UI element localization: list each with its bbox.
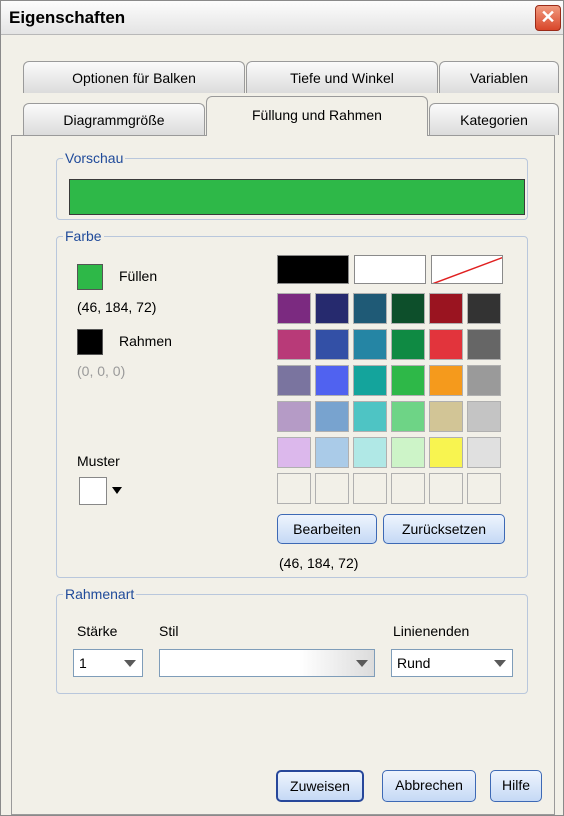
reset-button-label: Zurücksetzen (401, 521, 487, 537)
color-group: Farbe Füllen (46, 184, 72) Rahmen (0, 0,… (56, 228, 528, 578)
black-swatch[interactable] (277, 255, 349, 284)
pattern-label: Muster (77, 453, 120, 469)
tab-categories[interactable]: Kategorien (429, 103, 559, 135)
help-button[interactable]: Hilfe (490, 770, 542, 802)
close-icon[interactable]: ✕ (535, 5, 561, 31)
line-ends-label: Linienenden (393, 623, 470, 639)
palette-swatch[interactable] (315, 437, 349, 468)
border-style-legend: Rahmenart (63, 586, 137, 602)
palette-swatch[interactable] (353, 365, 387, 396)
apply-button-label: Zuweisen (290, 778, 350, 794)
chevron-down-icon (124, 660, 136, 667)
style-select[interactable] (159, 649, 375, 677)
palette-swatch[interactable] (429, 293, 463, 324)
edit-button[interactable]: Bearbeiten (277, 514, 377, 544)
tab-label: Füllung und Rahmen (252, 107, 382, 123)
palette-swatch[interactable] (315, 401, 349, 432)
palette-swatch[interactable] (467, 401, 501, 432)
palette-swatch[interactable] (391, 365, 425, 396)
palette-swatch[interactable] (391, 401, 425, 432)
weight-select[interactable]: 1 (73, 649, 143, 677)
apply-button[interactable]: Zuweisen (276, 770, 364, 802)
fill-label[interactable]: Füllen (119, 268, 157, 284)
palette-swatch[interactable] (315, 365, 349, 396)
palette-swatch[interactable] (429, 473, 463, 504)
tab-label: Variablen (469, 70, 529, 86)
palette-swatch[interactable] (277, 437, 311, 468)
palette-swatch[interactable] (391, 473, 425, 504)
no-color-icon (432, 256, 502, 283)
fill-rgb-value: (46, 184, 72) (77, 299, 157, 315)
tab-chart-size[interactable]: Diagrammgröße (23, 103, 205, 135)
tab-fill-border[interactable]: Füllung und Rahmen (206, 96, 428, 136)
white-swatch[interactable] (354, 255, 426, 284)
line-ends-select-value: Rund (397, 655, 431, 671)
palette-swatch[interactable] (429, 401, 463, 432)
palette-swatch[interactable] (429, 437, 463, 468)
cancel-button-label: Abbrechen (395, 777, 463, 793)
palette-swatch[interactable] (467, 293, 501, 324)
palette-swatch[interactable] (467, 365, 501, 396)
palette-swatch[interactable] (277, 329, 311, 360)
palette-swatch[interactable] (391, 437, 425, 468)
pattern-dropdown-icon[interactable] (112, 487, 122, 494)
pattern-swatch[interactable] (79, 477, 107, 505)
palette-swatch[interactable] (391, 329, 425, 360)
selected-rgb-value: (46, 184, 72) (279, 555, 359, 571)
style-label: Stil (159, 623, 179, 639)
palette-swatch[interactable] (277, 473, 311, 504)
palette-swatch[interactable] (277, 293, 311, 324)
cancel-button[interactable]: Abbrechen (382, 770, 476, 802)
border-label[interactable]: Rahmen (119, 333, 172, 349)
tab-label: Diagrammgröße (63, 112, 165, 128)
weight-select-value: 1 (79, 655, 87, 671)
weight-label: Stärke (77, 623, 118, 639)
fill-color-swatch[interactable] (77, 264, 103, 290)
color-legend: Farbe (63, 228, 104, 244)
preview-swatch (69, 179, 525, 215)
palette-swatch[interactable] (315, 293, 349, 324)
palette-swatch[interactable] (315, 473, 349, 504)
palette-swatch[interactable] (353, 329, 387, 360)
preview-legend: Vorschau (63, 150, 126, 166)
preview-group: Vorschau (56, 150, 528, 220)
properties-dialog: Eigenschaften ✕ Optionen für Balken Tief… (0, 0, 564, 816)
palette-swatch[interactable] (429, 365, 463, 396)
palette-swatch[interactable] (391, 293, 425, 324)
tab-bar-options[interactable]: Optionen für Balken (23, 61, 245, 93)
line-ends-select[interactable]: Rund (391, 649, 513, 677)
fill-border-panel: Vorschau Farbe Füllen (46, 184, 72) Rahm… (11, 135, 555, 815)
chevron-down-icon (356, 660, 368, 667)
window-title: Eigenschaften (9, 8, 126, 27)
tab-label: Kategorien (460, 112, 528, 128)
palette-swatch[interactable] (277, 365, 311, 396)
palette-swatch[interactable] (277, 401, 311, 432)
title-bar[interactable]: Eigenschaften ✕ (1, 1, 563, 35)
tab-label: Tiefe und Winkel (290, 70, 394, 86)
tab-variables[interactable]: Variablen (439, 61, 559, 93)
border-style-group: Rahmenart Stärke 1 Stil Linienenden Rund (56, 586, 528, 694)
palette-swatch[interactable] (353, 437, 387, 468)
palette-swatch[interactable] (353, 293, 387, 324)
palette-swatch[interactable] (353, 401, 387, 432)
palette-swatch[interactable] (315, 329, 349, 360)
tab-label: Optionen für Balken (72, 70, 196, 86)
reset-button[interactable]: Zurücksetzen (383, 514, 505, 544)
chevron-down-icon (494, 660, 506, 667)
palette-swatch[interactable] (467, 329, 501, 360)
palette-swatch[interactable] (429, 329, 463, 360)
border-color-swatch[interactable] (77, 329, 103, 355)
border-rgb-value: (0, 0, 0) (77, 363, 126, 379)
tab-depth-angle[interactable]: Tiefe und Winkel (246, 61, 438, 93)
palette-swatch[interactable] (467, 473, 501, 504)
palette-swatch[interactable] (467, 437, 501, 468)
help-button-label: Hilfe (501, 777, 530, 793)
palette-swatch[interactable] (353, 473, 387, 504)
no-color-swatch[interactable] (431, 255, 503, 284)
edit-button-label: Bearbeiten (293, 521, 361, 537)
